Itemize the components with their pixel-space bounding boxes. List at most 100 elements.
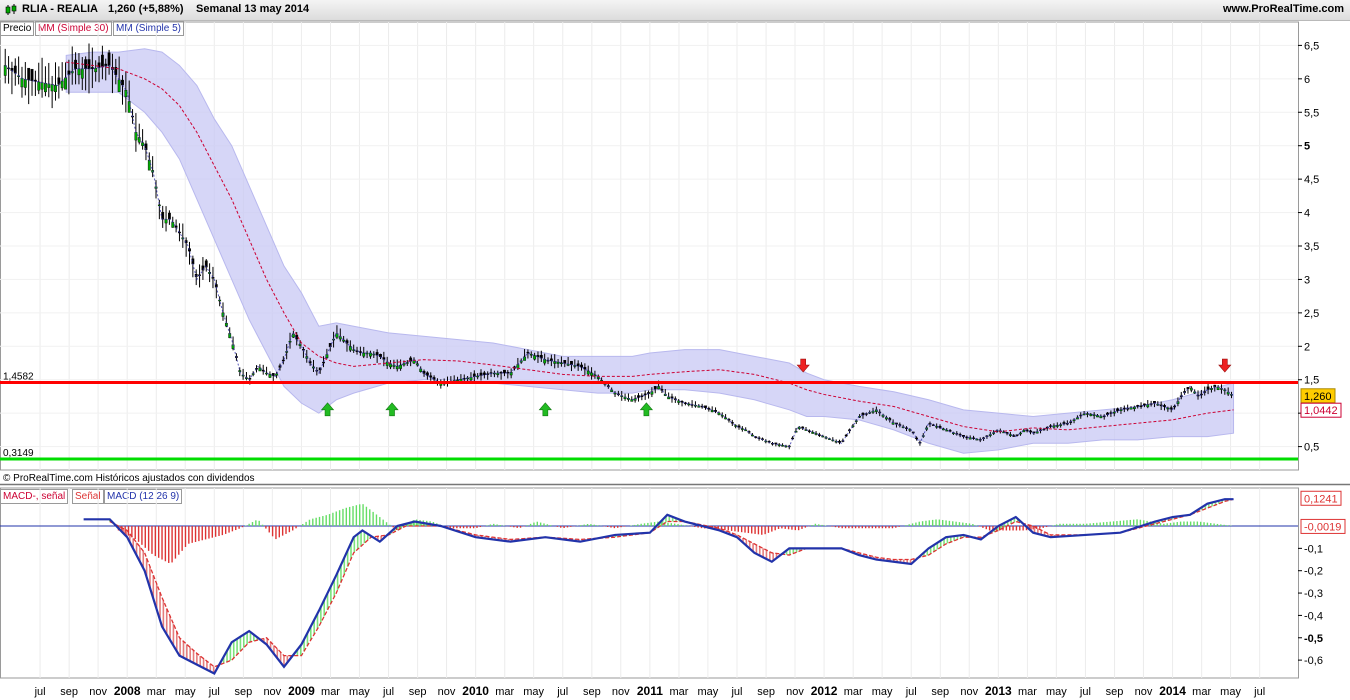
price-candle [57, 77, 61, 85]
price-candle [389, 363, 392, 368]
y-tick-label: 2,5 [1304, 308, 1319, 320]
price-candle [757, 437, 761, 439]
price-candle [791, 437, 795, 440]
price-candle [358, 351, 362, 353]
ma5-line [4, 64, 1234, 448]
x-tick-label: jul [208, 686, 220, 698]
chart-canvas[interactable]: 6,5 6 5,5 5 4,5 4 3,5 3 2,5 2 1,5 1 0,5 -0,1 -0,2 -0,3 -… [0, 0, 1350, 700]
price-candle [1183, 391, 1187, 393]
x-tick-label: 2012 [811, 684, 838, 698]
price-candle [312, 366, 315, 369]
legend-signal[interactable]: Señal [72, 489, 104, 504]
price-candle [848, 429, 851, 432]
price-candle [1216, 386, 1220, 390]
price-candle [911, 431, 915, 434]
price-candle [1102, 415, 1106, 418]
price-candle [955, 433, 959, 435]
price-candle [228, 333, 232, 339]
price-candle [265, 372, 268, 375]
price-candle [818, 434, 821, 436]
legend-price[interactable]: Precio [0, 21, 35, 36]
price-candle [1109, 412, 1113, 414]
y-tick-label: 3,5 [1304, 241, 1319, 253]
price-candle [285, 351, 289, 353]
price-candle [261, 369, 265, 372]
legend-ma30[interactable]: MM (Simple 30) [35, 21, 112, 36]
price-candle [761, 438, 764, 440]
price-candle [1025, 429, 1029, 432]
price-candle [1203, 391, 1207, 393]
price-candle [466, 377, 470, 380]
price-candle [925, 427, 929, 430]
price-candle [402, 363, 406, 366]
price-candle [566, 363, 570, 366]
price-candle [700, 405, 704, 408]
x-tick-label: mar [669, 686, 688, 698]
price-candle [409, 357, 413, 362]
price-candle [885, 417, 888, 420]
price-candle [100, 54, 104, 68]
price-candle [355, 350, 359, 352]
price-candle [683, 402, 687, 404]
price-candle [580, 364, 583, 368]
price-candle [425, 372, 429, 376]
price-candle [972, 437, 975, 439]
price-candle [439, 382, 443, 386]
price-candle [151, 170, 155, 173]
arrow-up-icon [538, 402, 552, 417]
price-candle [255, 368, 258, 370]
price-candle [744, 429, 748, 432]
price-candle [1143, 403, 1146, 406]
x-tick-label: may [349, 686, 370, 698]
price-candle [1163, 405, 1166, 407]
x-tick-label: 2009 [288, 684, 315, 698]
price-candle [673, 398, 677, 400]
x-tick-label: nov [438, 686, 456, 698]
price-candle [787, 445, 791, 448]
price-candle [171, 222, 175, 228]
price-candle [104, 63, 108, 67]
price-candle [1206, 386, 1210, 390]
price-candle [714, 410, 717, 412]
price-candle [945, 429, 949, 432]
price-candle [1005, 432, 1009, 434]
histogram-badge: -0,0019 [1304, 521, 1341, 533]
price-candle [707, 408, 711, 410]
x-tick-label: may [1046, 686, 1067, 698]
price-candle [1012, 435, 1016, 437]
ma30-line [66, 61, 1234, 433]
price-badge: 1,260 [1304, 391, 1332, 403]
macd-line [83, 498, 1234, 675]
price-candle [405, 362, 409, 364]
period-label: Semanal 13 may 2014 [196, 3, 310, 15]
price-candle [653, 386, 657, 390]
price-candle [958, 434, 962, 436]
arrow-up-icon [639, 402, 654, 417]
price-candle [3, 65, 7, 76]
price-candle [77, 68, 81, 76]
legend-macd-signal[interactable]: MACD-, señal [0, 489, 69, 504]
site-link[interactable]: www.ProRealTime.com [1223, 3, 1344, 15]
price-candle [1019, 432, 1022, 435]
price-candle [1076, 417, 1079, 420]
price-candle [506, 371, 510, 374]
legend-macd[interactable]: MACD (12 26 9) [104, 489, 183, 504]
price-candle [871, 410, 875, 413]
price-candle [456, 379, 459, 382]
price-candle [164, 219, 168, 224]
price-candle [395, 366, 399, 370]
price-candle [44, 83, 47, 93]
price-candle [479, 372, 483, 376]
price-candle [67, 70, 71, 75]
x-tick-label: mar [495, 686, 514, 698]
price-candle [1176, 401, 1180, 404]
price-candle [144, 143, 148, 151]
price-candle [864, 413, 868, 415]
price-candle [194, 274, 198, 278]
y-tick-label: 6,5 [1304, 40, 1319, 52]
price-candle [560, 362, 563, 364]
legend-ma5[interactable]: MM (Simple 5) [113, 21, 185, 36]
x-tick-label: may [872, 686, 893, 698]
price-candle [1169, 407, 1173, 410]
price-candle [962, 434, 965, 437]
